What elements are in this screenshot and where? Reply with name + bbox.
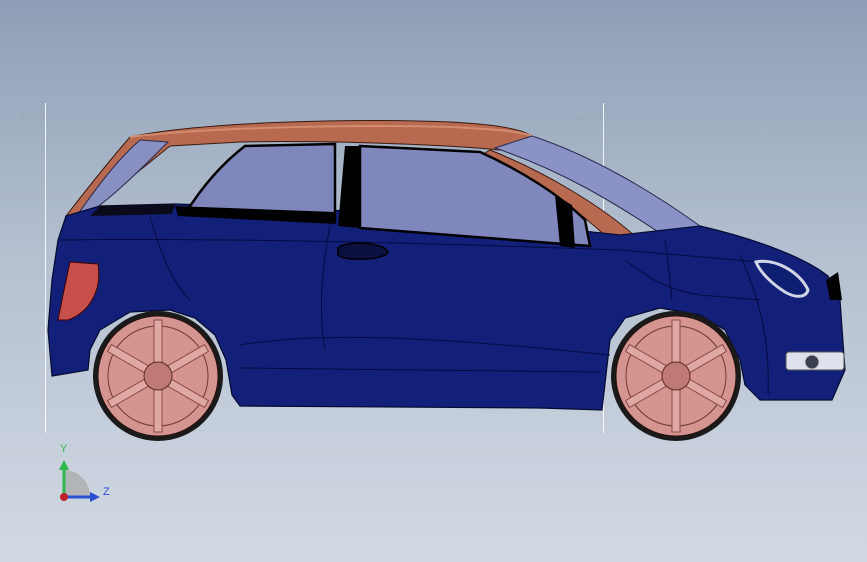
wheel-front[interactable] [611, 311, 741, 441]
triad-origin [60, 493, 68, 501]
triad-y-label: Y [60, 443, 68, 455]
wheel-rear[interactable] [93, 311, 223, 441]
orientation-triad[interactable] [59, 460, 100, 502]
car-model[interactable] [0, 0, 867, 562]
fog-light[interactable] [785, 351, 845, 371]
graphics-viewport[interactable]: Plane Plane Y Z [0, 0, 867, 562]
door-handle[interactable] [337, 242, 389, 260]
triad-z-label: Z [103, 486, 110, 498]
